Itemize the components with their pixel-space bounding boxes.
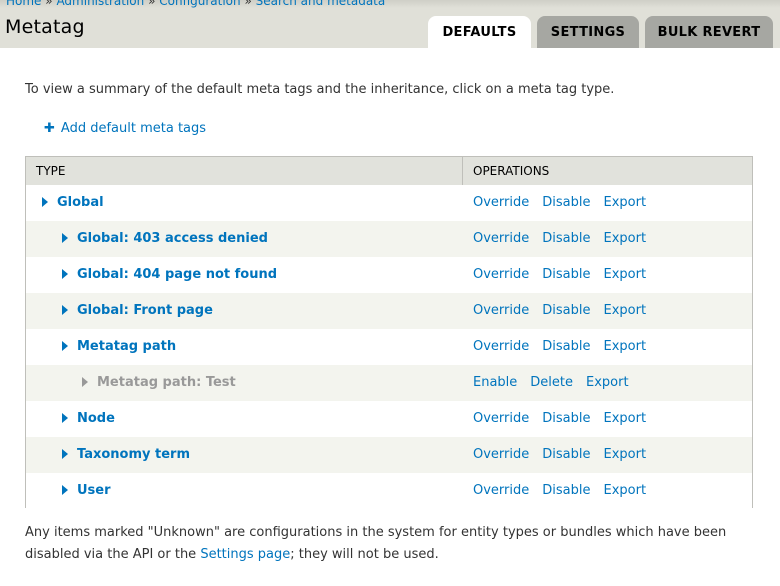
- table-row: Global: 403 access denied Override Disable…: [26, 221, 752, 257]
- page-title: Metatag: [5, 16, 85, 38]
- table-row: Node Override Disable Export: [26, 401, 752, 437]
- operation-override-link[interactable]: Override: [473, 267, 529, 282]
- breadcrumb-search-and-metadata[interactable]: Search and metadata: [256, 0, 386, 8]
- column-header-operations: OPERATIONS: [462, 157, 549, 185]
- operation-export-link[interactable]: Export: [603, 303, 646, 318]
- operation-override-link[interactable]: Override: [473, 411, 529, 426]
- row-operations: Enable Delete Export: [473, 375, 642, 390]
- metatag-type-label: User: [77, 483, 111, 498]
- operation-override-link[interactable]: Override: [473, 483, 529, 498]
- row-operations: Override Disable Export: [473, 267, 659, 282]
- breadcrumb-separator: »: [148, 0, 156, 8]
- expand-triangle-icon[interactable]: [82, 377, 88, 387]
- add-default-meta-tags-link[interactable]: ✚ Add default meta tags: [44, 121, 206, 136]
- table-row: Metatag path Override Disable Export: [26, 329, 752, 365]
- metatag-type-label: Metatag path: [77, 339, 177, 354]
- operation-disable-link[interactable]: Disable: [542, 231, 590, 246]
- expand-triangle-icon[interactable]: [42, 197, 48, 207]
- row-operations: Override Disable Export: [473, 411, 659, 426]
- metatag-type-link[interactable]: Global: 404 page not found: [62, 267, 277, 282]
- operation-disable-link[interactable]: Disable: [542, 339, 590, 354]
- table-row: Global Override Disable Export: [26, 185, 752, 221]
- page-header: Home » Administration » Configuration » …: [0, 0, 780, 48]
- footer-note: Any items marked "Unknown" are configura…: [25, 522, 745, 566]
- breadcrumb: Home » Administration » Configuration » …: [6, 0, 385, 8]
- table-header: TYPE OPERATIONS: [26, 157, 752, 186]
- metatag-type-label: Global: [57, 195, 104, 210]
- metatag-type-link[interactable]: Node: [62, 411, 115, 426]
- expand-triangle-icon[interactable]: [62, 269, 68, 279]
- operation-export-link[interactable]: Export: [603, 231, 646, 246]
- operation-override-link[interactable]: Override: [473, 303, 529, 318]
- operation-export-link[interactable]: Export: [603, 267, 646, 282]
- tab-defaults[interactable]: DEFAULTS: [428, 16, 531, 48]
- operation-override-link[interactable]: Override: [473, 195, 529, 210]
- operation-export-link[interactable]: Export: [603, 339, 646, 354]
- metatag-type-label: Global: 404 page not found: [77, 267, 278, 282]
- footer-text-end: ; they will not be used.: [290, 547, 439, 562]
- operation-export-link[interactable]: Export: [603, 195, 646, 210]
- breadcrumb-separator: »: [45, 0, 53, 8]
- metatag-type-label: Global: Front page: [77, 303, 213, 318]
- intro-text: To view a summary of the default meta ta…: [25, 82, 615, 97]
- row-operations: Override Disable Export: [473, 195, 659, 210]
- breadcrumb-separator: »: [244, 0, 252, 8]
- breadcrumb-home[interactable]: Home: [6, 0, 41, 8]
- metatag-type-link[interactable]: Metatag path: Test: [82, 375, 236, 390]
- operation-disable-link[interactable]: Disable: [542, 267, 590, 282]
- table-row: Global: Front page Override Disable Export: [26, 293, 752, 329]
- metatag-table: TYPE OPERATIONS Global Override Disable Exp…: [25, 156, 753, 509]
- table-row: Taxonomy term Override Disable Export: [26, 437, 752, 473]
- expand-triangle-icon[interactable]: [62, 233, 68, 243]
- plus-icon: ✚: [44, 121, 55, 136]
- operation-export-link[interactable]: Export: [603, 447, 646, 462]
- expand-triangle-icon[interactable]: [62, 449, 68, 459]
- operation-override-link[interactable]: Override: [473, 447, 529, 462]
- add-link-label: Add default meta tags: [60, 121, 207, 136]
- operation-export-link[interactable]: Export: [586, 375, 629, 390]
- operation-disable-link[interactable]: Disable: [542, 411, 590, 426]
- table-row: Global: 404 page not found Override Disabl…: [26, 257, 752, 293]
- table-row: User Override Disable Export: [26, 473, 752, 509]
- metatag-type-label: Global: 403 access denied: [77, 231, 268, 246]
- operation-delete-link[interactable]: Delete: [530, 375, 573, 390]
- metatag-type-link[interactable]: Global: 403 access denied: [62, 231, 268, 246]
- metatag-type-link[interactable]: Taxonomy term: [62, 447, 190, 462]
- row-operations: Override Disable Export: [473, 447, 659, 462]
- tab-settings[interactable]: SETTINGS: [537, 16, 639, 48]
- row-operations: Override Disable Export: [473, 483, 659, 498]
- expand-triangle-icon[interactable]: [62, 305, 68, 315]
- expand-triangle-icon[interactable]: [62, 341, 68, 351]
- metatag-type-label: Metatag path: Test: [97, 375, 236, 390]
- table-row: Metatag path: Test Enable Delete Export: [26, 365, 752, 401]
- operation-export-link[interactable]: Export: [603, 483, 646, 498]
- operation-disable-link[interactable]: Disable: [542, 483, 590, 498]
- metatag-type-link[interactable]: Metatag path: [62, 339, 176, 354]
- row-operations: Override Disable Export: [473, 231, 659, 246]
- breadcrumb-configuration[interactable]: Configuration: [159, 0, 240, 8]
- operation-disable-link[interactable]: Disable: [542, 303, 590, 318]
- metatag-type-link[interactable]: Global: Front page: [62, 303, 213, 318]
- metatag-type-label: Taxonomy term: [77, 447, 191, 462]
- operation-override-link[interactable]: Override: [473, 231, 529, 246]
- metatag-type-link[interactable]: User: [62, 483, 111, 498]
- expand-triangle-icon[interactable]: [62, 485, 68, 495]
- operation-enable-link[interactable]: Enable: [473, 375, 517, 390]
- expand-triangle-icon[interactable]: [62, 413, 68, 423]
- breadcrumb-administration[interactable]: Administration: [56, 0, 144, 8]
- row-operations: Override Disable Export: [473, 339, 659, 354]
- operation-disable-link[interactable]: Disable: [542, 195, 590, 210]
- settings-page-link[interactable]: Settings page: [200, 547, 290, 562]
- column-header-type: TYPE: [36, 164, 66, 178]
- metatag-type-link[interactable]: Global: [42, 195, 104, 210]
- operation-export-link[interactable]: Export: [603, 411, 646, 426]
- tab-bulk-revert[interactable]: BULK REVERT: [645, 16, 773, 48]
- operation-disable-link[interactable]: Disable: [542, 447, 590, 462]
- metatag-type-label: Node: [77, 411, 115, 426]
- operation-override-link[interactable]: Override: [473, 339, 529, 354]
- row-operations: Override Disable Export: [473, 303, 659, 318]
